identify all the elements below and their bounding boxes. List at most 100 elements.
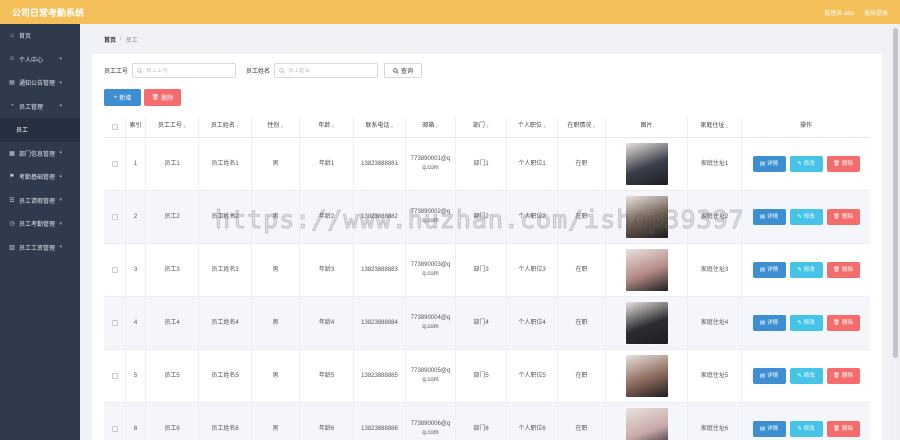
delete-button[interactable]: 🗑 删除	[826, 368, 860, 384]
delete-button[interactable]: 🗑 删除	[826, 315, 860, 331]
sidebar-item-8[interactable]: ◷ 员工考勤管理 ▾	[0, 212, 80, 236]
sort-icon[interactable]: ⇕	[592, 124, 595, 130]
query-button[interactable]: 查询	[384, 63, 423, 78]
column-header[interactable]: 家庭住址 ⇕	[688, 116, 742, 137]
edit-button[interactable]: ✎ 修改	[789, 262, 823, 278]
cell-name: 员工姓名6	[199, 403, 252, 440]
cell-no: 员工1	[146, 138, 199, 190]
row-checkbox[interactable]	[111, 267, 118, 273]
employee-name-field[interactable]	[274, 63, 379, 78]
sidebar-item-1[interactable]: ☺ 个人中心 ▾	[0, 48, 80, 72]
user-icon: ☺	[8, 56, 16, 63]
column-header[interactable]: 联系电话 ⇕	[354, 116, 406, 137]
cell-pos: 个人职位1	[507, 138, 558, 190]
cell-status-text: 在职	[575, 319, 588, 326]
detail-button[interactable]: ▤ 详情	[752, 421, 786, 437]
table-row[interactable]: 3 员工3 员工姓名3 男 年龄3 13823888883 773890003@qq.com…	[104, 244, 870, 297]
sort-icon[interactable]: ⇕	[725, 124, 728, 130]
edit-button[interactable]: ✎ 修改	[789, 421, 823, 437]
delete-button[interactable]: 🗑 删除	[826, 421, 860, 437]
edit-button-label: 修改	[803, 266, 815, 273]
cell-phone: 13823888882	[354, 191, 406, 243]
column-header-label: 在职情况	[567, 123, 592, 129]
table-row[interactable]: 1 员工1 员工姓名1 男 年龄1 13823888881 773890001@qq.com…	[104, 138, 870, 191]
sort-icon[interactable]: ⇕	[486, 124, 489, 130]
row-checkbox[interactable]	[111, 426, 118, 432]
edit-button[interactable]: ✎ 修改	[789, 209, 823, 225]
sidebar-item-3[interactable]: ◔ 员工管理 ▾	[0, 95, 80, 119]
row-checkbox[interactable]	[111, 373, 118, 379]
column-header[interactable]: 个人职位 ⇕	[507, 116, 558, 137]
column-header[interactable]: 邮箱 ⇕	[406, 116, 456, 137]
cell-age-text: 年龄6	[318, 425, 335, 432]
table-row[interactable]: 4 员工4 员工姓名4 男 年龄4 13823888884 773890004@qq.com…	[104, 297, 870, 350]
edit-button-label: 修改	[803, 160, 815, 167]
cell-sex: 男	[252, 350, 300, 402]
sidebar-item-4[interactable]: 员工	[0, 118, 80, 142]
cell-sex-text: 男	[272, 319, 279, 326]
detail-button[interactable]: ▤ 详情	[752, 262, 786, 278]
detail-button[interactable]: ▤ 详情	[752, 156, 786, 172]
sort-icon[interactable]: ⇕	[236, 124, 239, 130]
sidebar-item-2[interactable]: ▤ 通知公告管理 ▾	[0, 71, 80, 95]
detail-button[interactable]: ▤ 详情	[752, 315, 786, 331]
row-checkbox[interactable]	[111, 214, 118, 220]
column-header[interactable]: 性别 ⇕	[252, 116, 300, 137]
edit-button[interactable]: ✎ 修改	[789, 368, 823, 384]
cell-age-text: 年龄3	[318, 266, 335, 273]
detail-button[interactable]: ▤ 详情	[752, 368, 786, 384]
employee-name-input[interactable]	[288, 67, 369, 74]
sidebar-item-5[interactable]: ▦ 部门信息管理 ▾	[0, 142, 80, 166]
trash-icon: 🗑	[833, 425, 840, 432]
column-header[interactable]: 员工工号 ⇕	[146, 116, 199, 137]
column-header[interactable]: 员工姓名 ⇕	[199, 116, 252, 137]
doc-icon: ▤	[759, 266, 766, 273]
batch-delete-button[interactable]: 🗑 删除	[144, 89, 181, 106]
table-header: 索引 员工工号 ⇕ 员工姓名 ⇕ 性别 ⇕ 年龄 ⇕ 联系电话 ⇕ 邮箱 ⇕ 部门 ⇕ 个人职位 ⇕ 在职情况 ⇕ 图…	[104, 116, 870, 138]
sort-icon[interactable]: ⇕	[280, 124, 283, 130]
table-row[interactable]: 2 员工2 员工姓名2 男 年龄2 13823888882 773890002@qq.com…	[104, 191, 870, 244]
sidebar-item-6[interactable]: ⚑ 考勤基础管理 ▾	[0, 165, 80, 189]
logout-link[interactable]: 退出登录	[864, 8, 888, 17]
sort-icon[interactable]: ⇕	[390, 124, 393, 130]
edit-button[interactable]: ✎ 修改	[789, 156, 823, 172]
edit-button-label: 修改	[803, 319, 815, 326]
column-header[interactable]: 在职情况 ⇕	[558, 116, 606, 137]
scrollbar-thumb[interactable]	[893, 28, 898, 358]
sort-icon[interactable]: ⇕	[183, 124, 186, 130]
cell-name-text: 员工姓名4	[211, 319, 239, 326]
cell-status-text: 在职	[575, 160, 588, 167]
table-row[interactable]: 5 员工5 员工姓名5 男 年龄5 13823888885 773890005@qq.com…	[104, 350, 870, 403]
doc-icon: ▤	[759, 160, 766, 167]
employee-photo	[625, 249, 668, 291]
sort-icon[interactable]: ⇕	[331, 124, 334, 130]
delete-button[interactable]: 🗑 删除	[826, 209, 860, 225]
column-header[interactable]: 年龄 ⇕	[300, 116, 354, 137]
cell-name: 员工姓名3	[199, 244, 252, 296]
row-select-cell	[104, 350, 126, 402]
row-checkbox[interactable]	[111, 161, 118, 167]
edit-button[interactable]: ✎ 修改	[789, 315, 823, 331]
row-select-cell	[104, 244, 126, 296]
column-header[interactable]: 部门 ⇕	[456, 116, 507, 137]
sort-icon[interactable]: ⇕	[435, 124, 438, 130]
delete-button[interactable]: 🗑 删除	[826, 156, 860, 172]
table-row[interactable]: 6 员工6 员工姓名6 男 年龄6 13823888886 773890006@qq.com…	[104, 403, 870, 440]
chevron-down-icon: ▾	[59, 173, 62, 180]
sidebar-item-7[interactable]: ☰ 员工请假管理 ▾	[0, 189, 80, 213]
row-checkbox[interactable]	[111, 320, 118, 326]
sidebar-item-0[interactable]: ⌂ 首页	[0, 24, 80, 48]
select-all-checkbox[interactable]	[111, 123, 118, 130]
current-user[interactable]: 管理员 abo	[824, 8, 854, 17]
page-scrollbar[interactable]	[891, 24, 900, 440]
sort-icon[interactable]: ⇕	[543, 124, 546, 130]
sidebar-item-9[interactable]: ▥ 员工工资管理 ▾	[0, 236, 80, 260]
employee-no-input[interactable]	[146, 67, 227, 74]
add-button[interactable]: + 新增	[104, 89, 141, 106]
delete-button-label: 删除	[841, 425, 853, 432]
delete-button[interactable]: 🗑 删除	[826, 262, 860, 278]
employee-no-field[interactable]	[132, 63, 237, 78]
breadcrumb-home[interactable]: 首页	[104, 35, 116, 44]
cell-pos-text: 个人职位4	[518, 319, 546, 326]
detail-button[interactable]: ▤ 详情	[752, 209, 786, 225]
